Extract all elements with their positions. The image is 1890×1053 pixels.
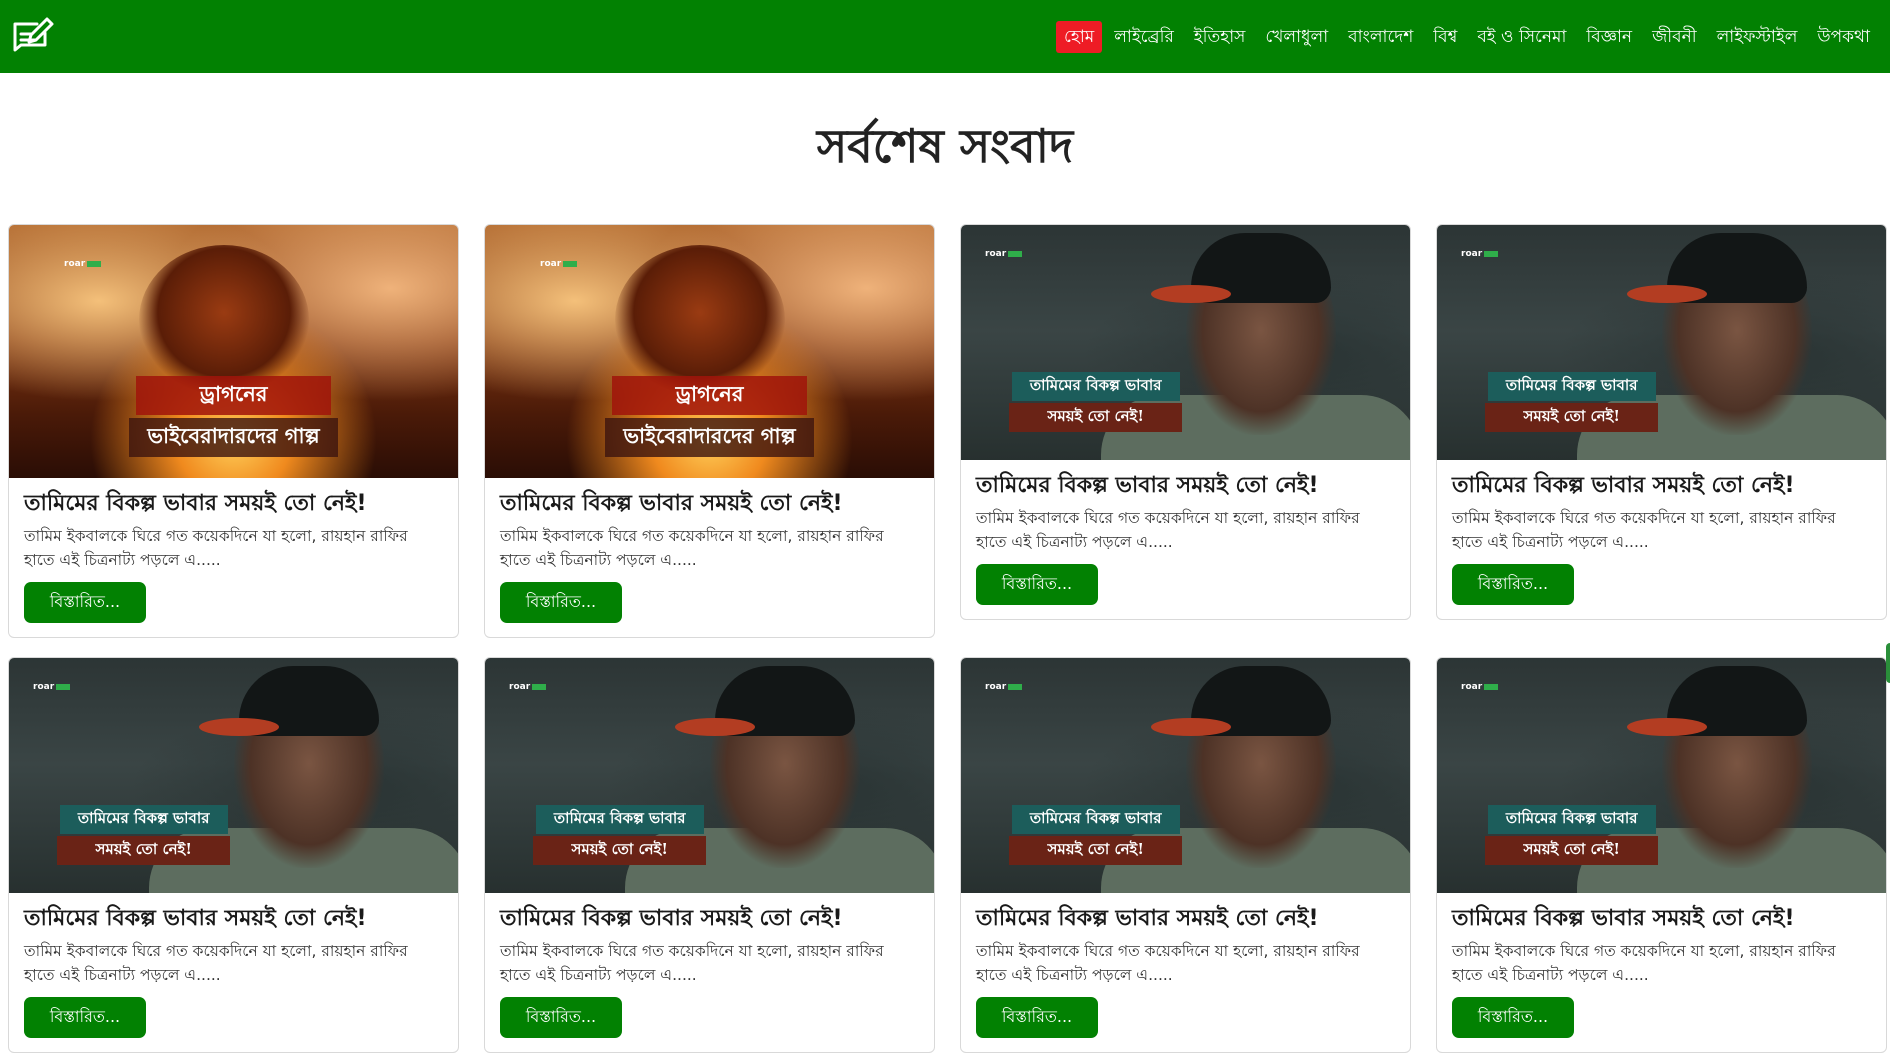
caption-line-1: ড্রাগনের: [135, 376, 332, 415]
read-more-button[interactable]: বিস্তারিত...: [24, 582, 146, 623]
caption-line-1: তামিমের বিকল্প ভাবার: [59, 805, 228, 834]
brand-watermark: roar: [540, 259, 578, 269]
news-card[interactable]: roar ড্রাগনের ভাইবেরাদারদের গাল্প তামিমের ব…: [8, 224, 459, 638]
thumbnail-caption: তামিমের বিকল্প ভাবার সময়ই তো নেই!: [1437, 805, 1706, 865]
card-excerpt: তামিম ইকবালকে ঘিরে গত কয়েকদিনে যা হলো, …: [1452, 509, 1836, 551]
news-card[interactable]: roar তামিমের বিকল্প ভাবার সময়ই তো নেই! তাম…: [484, 657, 935, 1053]
card-excerpt: তামিম ইকবালকে ঘিরে গত কয়েকদিনে যা হলো, …: [24, 942, 408, 984]
card-thumbnail[interactable]: roar তামিমের বিকল্প ভাবার সময়ই তো নেই!: [9, 658, 458, 893]
photo-cap-brim: [199, 718, 279, 736]
thumbnail-caption: ড্রাগনের ভাইবেরাদারদের গাল্প: [485, 376, 934, 457]
thumbnail-caption: ড্রাগনের ভাইবেরাদারদের গাল্প: [9, 376, 458, 457]
caption-line-2: ভাইবেরাদারদের গাল্প: [129, 418, 338, 457]
brand-watermark: roar: [985, 249, 1023, 259]
caption-line-2: ভাইবেরাদারদের গাল্প: [605, 418, 814, 457]
card-body: তামিমের বিকল্প ভাবার সময়ই তো নেই! তামিম …: [485, 893, 934, 1052]
card-thumbnail[interactable]: roar ড্রাগনের ভাইবেরাদারদের গাল্প: [9, 225, 458, 478]
caption-line-1: তামিমের বিকল্প ভাবার: [1011, 372, 1180, 401]
read-more-button[interactable]: বিস্তারিত...: [24, 997, 146, 1038]
card-thumbnail[interactable]: roar ড্রাগনের ভাইবেরাদারদের গাল্প: [485, 225, 934, 478]
news-card[interactable]: roar তামিমের বিকল্প ভাবার সময়ই তো নেই! তাম…: [960, 657, 1411, 1053]
card-body: তামিমের বিকল্প ভাবার সময়ই তো নেই! তামিম …: [9, 893, 458, 1052]
card-excerpt: তামিম ইকবালকে ঘিরে গত কয়েকদিনে যা হলো, …: [976, 509, 1360, 551]
brand-watermark: roar: [509, 682, 547, 692]
card-title[interactable]: তামিমের বিকল্প ভাবার সময়ই তো নেই!: [1452, 905, 1870, 933]
thumbnail-caption: তামিমের বিকল্প ভাবার সময়ই তো নেই!: [961, 805, 1230, 865]
news-grid: roar ড্রাগনের ভাইবেরাদারদের গাল্প তামিমের ব…: [0, 0, 1890, 1053]
caption-line-2: সময়ই তো নেই!: [57, 836, 230, 865]
read-more-button[interactable]: বিস্তারিত...: [1452, 997, 1574, 1038]
dragon-illustration: [139, 245, 309, 395]
brand-watermark: roar: [33, 682, 71, 692]
card-body: তামিমের বিকল্প ভাবার সময়ই তো নেই! তামিম …: [961, 893, 1410, 1052]
card-body: তামিমের বিকল্প ভাবার সময়ই তো নেই! তামিম …: [1437, 893, 1886, 1052]
photo-cap-brim: [675, 718, 755, 736]
card-title[interactable]: তামিমের বিকল্প ভাবার সময়ই তো নেই!: [976, 905, 1394, 933]
card-title[interactable]: তামিমের বিকল্প ভাবার সময়ই তো নেই!: [24, 905, 442, 933]
caption-line-1: তামিমের বিকল্প ভাবার: [1011, 805, 1180, 834]
card-body: তামিমের বিকল্প ভাবার সময়ই তো নেই! তামিম …: [961, 460, 1410, 619]
card-title[interactable]: তামিমের বিকল্প ভাবার সময়ই তো নেই!: [500, 490, 918, 518]
card-excerpt: তামিম ইকবালকে ঘিরে গত কয়েকদিনে যা হলো, …: [500, 942, 884, 984]
thumbnail-caption: তামিমের বিকল্প ভাবার সময়ই তো নেই!: [961, 372, 1230, 432]
card-thumbnail[interactable]: roar তামিমের বিকল্প ভাবার সময়ই তো নেই!: [1437, 225, 1886, 460]
caption-line-2: সময়ই তো নেই!: [1485, 403, 1658, 432]
card-title[interactable]: তামিমের বিকল্প ভাবার সময়ই তো নেই!: [976, 472, 1394, 500]
caption-line-1: তামিমের বিকল্প ভাবার: [535, 805, 704, 834]
photo-cap-brim: [1151, 718, 1231, 736]
card-excerpt: তামিম ইকবালকে ঘিরে গত কয়েকদিনে যা হলো, …: [976, 942, 1360, 984]
read-more-button[interactable]: বিস্তারিত...: [976, 997, 1098, 1038]
photo-cap-brim: [1627, 718, 1707, 736]
card-excerpt: তামিম ইকবালকে ঘিরে গত কয়েকদিনে যা হলো, …: [500, 527, 884, 569]
news-card[interactable]: roar তামিমের বিকল্প ভাবার সময়ই তো নেই! তাম…: [1436, 224, 1887, 620]
news-card[interactable]: roar ড্রাগনের ভাইবেরাদারদের গাল্প তামিমের ব…: [484, 224, 935, 638]
caption-line-1: ড্রাগনের: [611, 376, 808, 415]
caption-line-2: সময়ই তো নেই!: [1009, 836, 1182, 865]
card-title[interactable]: তামিমের বিকল্প ভাবার সময়ই তো নেই!: [24, 490, 442, 518]
card-excerpt: তামিম ইকবালকে ঘিরে গত কয়েকদিনে যা হলো, …: [1452, 942, 1836, 984]
card-title[interactable]: তামিমের বিকল্প ভাবার সময়ই তো নেই!: [1452, 472, 1870, 500]
card-excerpt: তামিম ইকবালকে ঘিরে গত কয়েকদিনে যা হলো, …: [24, 527, 408, 569]
read-more-button[interactable]: বিস্তারিত...: [1452, 564, 1574, 605]
card-body: তামিমের বিকল্প ভাবার সময়ই তো নেই! তামিম …: [485, 478, 934, 637]
dragon-illustration: [615, 245, 785, 395]
caption-line-1: তামিমের বিকল্প ভাবার: [1487, 372, 1656, 401]
brand-watermark: roar: [985, 682, 1023, 692]
photo-cap-brim: [1151, 285, 1231, 303]
caption-line-2: সময়ই তো নেই!: [1485, 836, 1658, 865]
card-body: তামিমের বিকল্প ভাবার সময়ই তো নেই! তামিম …: [9, 478, 458, 637]
caption-line-2: সময়ই তো নেই!: [533, 836, 706, 865]
brand-watermark: roar: [64, 259, 102, 269]
card-thumbnail[interactable]: roar তামিমের বিকল্প ভাবার সময়ই তো নেই!: [961, 225, 1410, 460]
card-thumbnail[interactable]: roar তামিমের বিকল্প ভাবার সময়ই তো নেই!: [961, 658, 1410, 893]
read-more-button[interactable]: বিস্তারিত...: [500, 582, 622, 623]
news-card[interactable]: roar তামিমের বিকল্প ভাবার সময়ই তো নেই! তাম…: [8, 657, 459, 1053]
thumbnail-caption: তামিমের বিকল্প ভাবার সময়ই তো নেই!: [9, 805, 278, 865]
news-card[interactable]: roar তামিমের বিকল্প ভাবার সময়ই তো নেই! তাম…: [1436, 657, 1887, 1053]
brand-watermark: roar: [1461, 249, 1499, 259]
scroll-edge-indicator: [1886, 643, 1890, 683]
read-more-button[interactable]: বিস্তারিত...: [500, 997, 622, 1038]
card-body: তামিমের বিকল্প ভাবার সময়ই তো নেই! তামিম …: [1437, 460, 1886, 619]
brand-watermark: roar: [1461, 682, 1499, 692]
thumbnail-caption: তামিমের বিকল্প ভাবার সময়ই তো নেই!: [1437, 372, 1706, 432]
read-more-button[interactable]: বিস্তারিত...: [976, 564, 1098, 605]
caption-line-2: সময়ই তো নেই!: [1009, 403, 1182, 432]
card-thumbnail[interactable]: roar তামিমের বিকল্প ভাবার সময়ই তো নেই!: [485, 658, 934, 893]
news-card[interactable]: roar তামিমের বিকল্প ভাবার সময়ই তো নেই! তাম…: [960, 224, 1411, 620]
card-thumbnail[interactable]: roar তামিমের বিকল্প ভাবার সময়ই তো নেই!: [1437, 658, 1886, 893]
photo-cap-brim: [1627, 285, 1707, 303]
caption-line-1: তামিমের বিকল্প ভাবার: [1487, 805, 1656, 834]
thumbnail-caption: তামিমের বিকল্প ভাবার সময়ই তো নেই!: [485, 805, 754, 865]
card-title[interactable]: তামিমের বিকল্প ভাবার সময়ই তো নেই!: [500, 905, 918, 933]
